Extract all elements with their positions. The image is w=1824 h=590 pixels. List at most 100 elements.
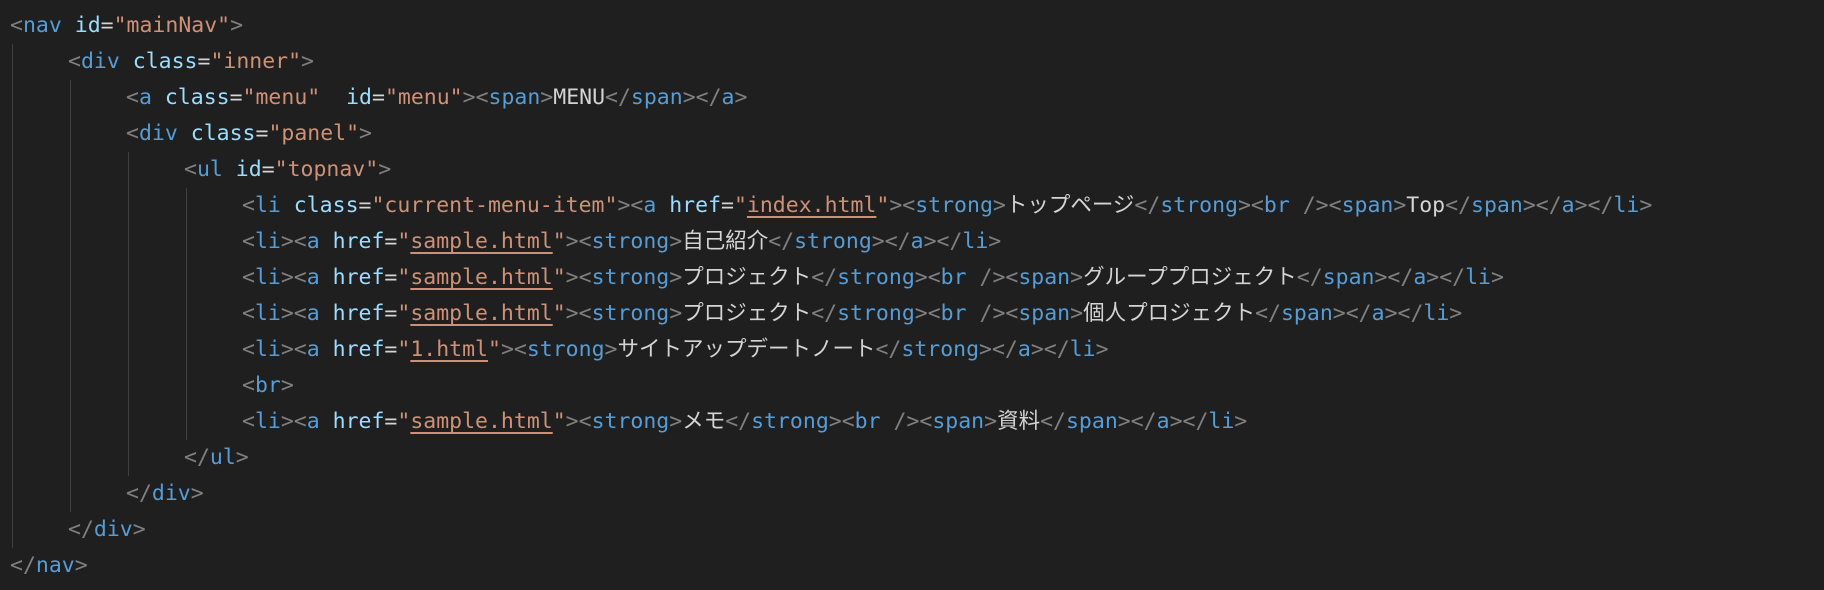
code-token: strong (526, 337, 605, 362)
code-token: < (242, 337, 255, 362)
code-line[interactable]: <ul id="topnav"> (184, 152, 391, 188)
code-token: li (1423, 301, 1450, 326)
code-token: < (242, 265, 255, 290)
code-token: >< (565, 409, 592, 434)
code-token: = (384, 265, 398, 290)
code-token: </ (1134, 193, 1161, 218)
code-token: プロジェクト (682, 301, 812, 326)
code-token: />< (979, 301, 1019, 326)
code-token: a (1371, 301, 1385, 326)
code-token: > (669, 409, 683, 434)
code-token: " (552, 301, 566, 326)
code-token: = (261, 157, 275, 182)
code-line[interactable]: <div class="inner"> (68, 44, 314, 80)
code-token: " (488, 337, 501, 362)
code-token: " (397, 229, 411, 254)
code-token: strong (591, 265, 670, 290)
code-token: "menu" (384, 85, 463, 110)
code-token: </ (725, 409, 752, 434)
code-token: " (397, 265, 411, 290)
code-token: div (93, 517, 133, 542)
code-token: class (190, 121, 256, 146)
code-token[interactable]: sample.html (410, 409, 552, 434)
code-line[interactable]: <li><a href="sample.html"><strong>メモ</st… (242, 404, 1247, 440)
code-token: > (984, 409, 998, 434)
code-token: a (306, 301, 320, 326)
code-token: li (254, 337, 281, 362)
code-token: a (1156, 409, 1170, 434)
code-token: > (1449, 301, 1463, 326)
code-token[interactable]: sample.html (410, 301, 552, 326)
code-token: > (669, 229, 683, 254)
code-token: = (358, 193, 372, 218)
code-token: </ (1445, 193, 1472, 218)
code-line[interactable]: <li><a href="sample.html"><strong>プロジェクト… (242, 260, 1504, 296)
code-token: >< (280, 409, 307, 434)
code-token: "mainNav" (113, 13, 231, 38)
code-token: a (1561, 193, 1575, 218)
code-line[interactable]: </div> (126, 476, 204, 512)
code-line[interactable]: <li><a href="sample.html"><strong>プロジェクト… (242, 296, 1462, 332)
code-token: > (132, 517, 146, 542)
code-token: < (184, 157, 197, 182)
code-token: >< (500, 337, 527, 362)
code-token: > (604, 337, 618, 362)
code-token: " (552, 229, 566, 254)
code-line[interactable]: <div class="panel"> (126, 116, 372, 152)
code-token: > (235, 445, 249, 470)
code-token: 個人プロジェクト (1083, 301, 1256, 326)
code-token: a (306, 265, 320, 290)
code-token: > (230, 13, 244, 38)
code-token: span (1018, 301, 1071, 326)
code-line[interactable]: <nav id="mainNav"> (10, 8, 243, 44)
code-line[interactable]: <li><a href="1.html"><strong>サイトアップデートノー… (242, 332, 1109, 368)
code-token: </ (126, 481, 152, 506)
code-token: > (74, 553, 88, 578)
code-token: li (254, 409, 281, 434)
code-line[interactable]: <a class="menu" id="menu"><span>MENU</sp… (126, 80, 747, 116)
code-line[interactable]: </ul> (184, 440, 249, 476)
code-token: = (372, 85, 385, 110)
code-token: MENU (553, 85, 606, 110)
code-token: > (190, 481, 204, 506)
code-token[interactable]: index.html (747, 193, 876, 218)
code-token: > (1491, 265, 1504, 290)
indent-guide (128, 152, 129, 476)
code-token: strong (751, 409, 829, 434)
code-line[interactable]: <li><a href="sample.html"><strong>自己紹介</… (242, 224, 1001, 260)
code-editor[interactable]: <nav id="mainNav"> <div class="inner"> <a … (0, 0, 1824, 590)
code-token: strong (591, 409, 670, 434)
code-token[interactable]: sample.html (410, 229, 552, 254)
code-token: "inner" (210, 49, 302, 74)
code-token: トップページ (1005, 193, 1135, 218)
code-token: メモ (682, 409, 726, 434)
code-token: strong (837, 301, 915, 326)
code-token[interactable]: 1.html (410, 337, 488, 362)
code-token[interactable]: sample.html (410, 265, 552, 290)
code-line[interactable]: </div> (68, 512, 146, 548)
code-token: </ (768, 229, 795, 254)
code-token: />< (893, 409, 933, 434)
code-token: href (669, 193, 722, 218)
code-token: span (630, 85, 683, 110)
code-line[interactable]: <li class="current-menu-item"><a href="i… (242, 188, 1652, 224)
code-token: br (1263, 193, 1290, 218)
code-token: li (962, 229, 989, 254)
code-token: "panel" (268, 121, 360, 146)
code-line[interactable]: <br> (242, 368, 294, 404)
code-token: br (854, 409, 881, 434)
code-token: li (254, 193, 281, 218)
code-line[interactable]: </nav> (10, 548, 88, 584)
code-token: </ (811, 301, 838, 326)
code-token: </ (875, 337, 902, 362)
code-token: サイトアップデートノート (617, 337, 876, 362)
code-token: ></ (1574, 193, 1614, 218)
code-token: < (10, 13, 23, 38)
code-token: ul (209, 445, 236, 470)
